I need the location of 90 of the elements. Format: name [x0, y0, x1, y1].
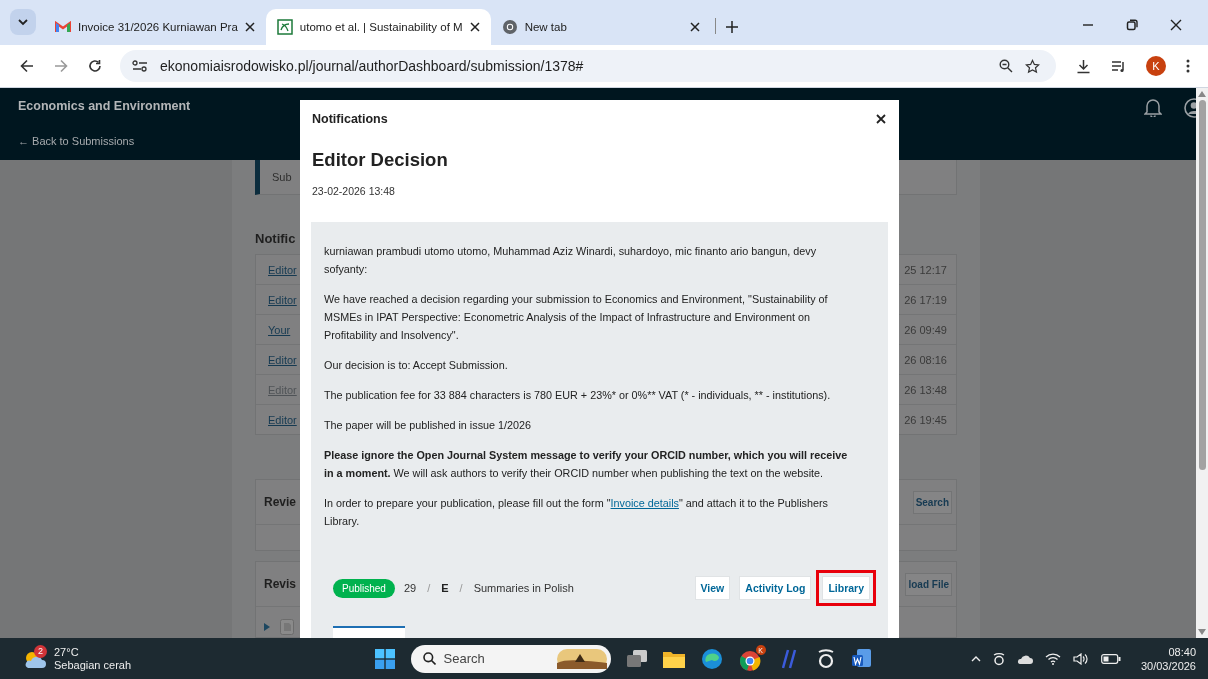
- speaker-icon[interactable]: [1072, 652, 1089, 665]
- journal-logo-icon: [276, 19, 293, 35]
- new-tab-plus-icon[interactable]: [725, 21, 738, 33]
- wifi-icon[interactable]: [1044, 652, 1061, 665]
- footer-button[interactable]: View: [694, 576, 731, 600]
- message-paragraph: Our decision is to: Accept Submission.: [324, 358, 509, 373]
- scroll-down-icon[interactable]: [1198, 629, 1206, 635]
- section-heading: Notific: [255, 231, 297, 246]
- journal-name[interactable]: Economics and Environment: [18, 99, 191, 113]
- notification-link[interactable]: Editor: [268, 353, 297, 366]
- footer-button[interactable]: Activity Log: [739, 576, 812, 600]
- expand-triangle-icon[interactable]: [264, 623, 270, 631]
- back-link[interactable]: ← Back to Submissions: [18, 135, 191, 147]
- tab-panel-edge: [333, 626, 405, 638]
- tab-list-button[interactable]: [10, 9, 36, 35]
- search-icon: [422, 652, 436, 665]
- restore-icon[interactable]: [1126, 19, 1138, 31]
- notification-link[interactable]: Editor: [268, 263, 297, 276]
- upload-file-button[interactable]: load File: [905, 572, 952, 596]
- temperature: 27°C: [54, 645, 80, 659]
- profile-avatar[interactable]: K: [1146, 56, 1166, 76]
- notification-date: 26 17:19: [904, 293, 947, 306]
- address-field[interactable]: ekonomiaisrodowisko.pl/journal/authorDashboard/submission/1378#: [120, 50, 1056, 82]
- scroll-up-icon[interactable]: [1198, 91, 1206, 97]
- close-icon[interactable]: [469, 22, 480, 32]
- browser-tab[interactable]: Invoice 31/2026 Kurniawan Pra: [44, 9, 266, 45]
- word-document-icon[interactable]: [851, 647, 872, 670]
- battery-icon[interactable]: [1100, 653, 1121, 664]
- mail-icon: [55, 21, 71, 33]
- breadcrumb-separator: /: [459, 582, 463, 594]
- message-paragraph: The paper will be published in issue 1/2026: [324, 418, 533, 433]
- clock-date[interactable]: 30/03/2026: [1140, 658, 1196, 673]
- ring-tray-icon[interactable]: [992, 651, 1005, 666]
- notification-link[interactable]: Editor: [268, 413, 297, 426]
- more-menu-icon[interactable]: [1186, 59, 1190, 73]
- browser-tab[interactable]: utomo et al. | Sustainability of M: [265, 9, 491, 45]
- landscape-drawing: [556, 648, 607, 669]
- start-logo-icon[interactable]: [374, 648, 395, 669]
- breadcrumb-text: Summaries in Polish: [473, 582, 574, 594]
- close-icon[interactable]: [876, 114, 886, 124]
- browser-logo-icon: [501, 19, 518, 35]
- notification-date: 26 08:16: [904, 353, 947, 366]
- card-heading: Revie: [264, 495, 297, 509]
- forward-arrow-icon[interactable]: [54, 59, 68, 73]
- message-paragraph: The publication fee for 33 884 characters is 780 EUR + 23%* or 0%** VAT (* - individuals, ** - institutions).: [324, 388, 832, 403]
- card-heading: Revis: [264, 577, 297, 591]
- chevron-down-icon: [18, 18, 28, 26]
- message-paragraph: Please ignore the Open Journal System message to verify your ORCID number, which you will receive in a moment. We will ask authors to verify their ORCID number when publishing the text on the website.: [324, 448, 849, 481]
- cloud-icon[interactable]: [1016, 653, 1033, 664]
- close-icon[interactable]: [244, 22, 255, 32]
- status-badge: Published: [333, 578, 395, 598]
- clock-time[interactable]: 08:40: [1168, 644, 1196, 659]
- zoom-icon[interactable]: [999, 59, 1013, 73]
- reload-icon[interactable]: [88, 59, 102, 73]
- notification-date: 23-02-2026 13:48: [312, 185, 396, 197]
- invoice-details-link[interactable]: Invoice details: [610, 497, 679, 509]
- dialog-header: Notifications: [312, 112, 388, 126]
- close-icon[interactable]: [1170, 19, 1182, 31]
- browser-tab[interactable]: New tab: [490, 9, 711, 45]
- message-paragraph: We have reached a decision regarding your submission to Economics and Environment, "Sustainability of MSMEs in IPAT Perspective: Econometric Analysis of the Impact of Infrastructure and Environment on Profitability and Insolvency".: [324, 292, 829, 343]
- taskbar-search-field[interactable]: Search: [410, 644, 611, 673]
- browser-edge-icon[interactable]: [700, 647, 723, 670]
- bell-icon[interactable]: [1144, 97, 1162, 117]
- chevron-up-icon[interactable]: [970, 655, 981, 662]
- notification-badge: 2: [34, 644, 47, 658]
- breadcrumb-text: E: [441, 582, 449, 594]
- close-icon[interactable]: [689, 22, 700, 32]
- message-paragraph: In order to prepare your publication, please fill out the form "Invoice details" and attach it to the Publishers Library.: [324, 496, 830, 529]
- footer-button[interactable]: Library: [822, 576, 870, 600]
- file-icon: [280, 619, 294, 635]
- weather-condition: Sebagian cerah: [54, 658, 132, 672]
- breadcrumb-separator: /: [427, 582, 431, 594]
- back-arrow-icon[interactable]: [20, 59, 34, 73]
- task-view-icon[interactable]: [626, 649, 647, 668]
- notification-date: 25 12:17: [904, 263, 947, 276]
- media-queue-icon[interactable]: [1111, 59, 1126, 73]
- notification-link[interactable]: Editor: [268, 293, 297, 306]
- dialog-title: Editor Decision: [312, 149, 449, 171]
- site-settings-icon[interactable]: [132, 59, 148, 73]
- message-paragraph: kurniawan prambudi utomo utomo, Muhammad Aziz Winardi, suhardoyo, mic finanto ario bangun, devy sofyanty:: [324, 244, 818, 277]
- notification-link[interactable]: Your: [268, 323, 291, 336]
- notification-date: 26 13:48: [904, 383, 947, 396]
- scrollbar[interactable]: [1196, 88, 1208, 638]
- scrollbar-thumb[interactable]: [1198, 100, 1206, 470]
- notification-date: 26 09:49: [904, 323, 947, 336]
- search-button[interactable]: Search: [912, 490, 952, 514]
- tab-label[interactable]: Sub: [272, 171, 292, 183]
- download-icon[interactable]: [1076, 58, 1091, 74]
- star-icon[interactable]: [1025, 58, 1040, 74]
- breadcrumb-text: 29: [403, 582, 417, 594]
